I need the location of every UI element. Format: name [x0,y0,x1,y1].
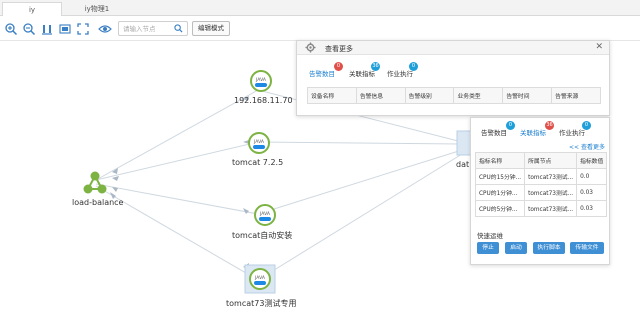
alarm-table: 设备名称 告警信息 告警级别 业务类型 告警时间 告警来源 [307,87,601,104]
table-header-row: 指标名称 所属节点 指标数值 [474,152,608,169]
column-header[interactable]: 设备名称 [307,87,357,104]
tab-job-execution[interactable]: 作业执行 [559,127,585,137]
transfer-file-button[interactable]: 传输文件 [570,242,604,254]
java-node-icon[interactable]: JAVA [244,264,276,294]
column-header[interactable]: 业务类型 [453,87,504,104]
metric-node-cell: tomcat73测试... [524,168,578,185]
node-label-tomcat73-test[interactable]: tomcat73测试专用 [226,298,296,309]
metric-name-cell: CPU的15分钟... [474,168,526,185]
column-header[interactable]: 告警来源 [551,87,601,104]
popup-title: 查看更多 [325,45,353,53]
view-more-popup: 查看更多 ✕ 告警数目 0 关联指标 36 作业执行 0 设备名称 告警信息 告… [296,40,610,116]
quick-ops-label: 快速运维 [477,232,503,240]
column-header[interactable]: 告警信息 [355,87,406,104]
java-node-icon[interactable]: JAVA [250,70,272,92]
metrics-table: 指标名称 所属节点 指标数值 CPU的15分钟... tomcat73测试...… [474,152,608,217]
node-label-partial[interactable]: dat [456,160,469,169]
alarm-count-badge: 0 [334,62,343,71]
metric-value-cell: 0.03 [576,184,608,201]
tab-related-metrics[interactable]: 关联指标 [520,127,546,137]
metric-name-cell: CPU的1分钟... [474,184,526,201]
job-execution-badge: 0 [409,62,418,71]
column-header[interactable]: 指标名称 [474,152,526,169]
load-balance-node-icon[interactable] [82,170,108,196]
node-label-load-balance[interactable]: load-balance [72,198,123,207]
column-header[interactable]: 指标数值 [576,152,608,169]
node-detail-popup: 告警数目 0 关联指标 36 作业执行 0 << 查看更多 指标名称 所属节点 … [470,117,610,265]
java-node-icon[interactable]: JAVA [254,204,276,226]
tab-alarm-count[interactable]: 告警数目 [481,127,507,137]
java-text: JAVA [253,139,265,145]
alarm-count-badge: 0 [506,121,515,130]
close-icon[interactable]: ✕ [595,42,603,52]
layout-icon[interactable] [58,22,72,36]
search-icon[interactable] [174,24,183,33]
metric-node-cell: tomcat73测试... [524,200,578,217]
gear-icon[interactable] [305,42,316,53]
java-text: JAVA [259,211,271,217]
table-row[interactable]: CPU的15分钟... tomcat73测试... 0.0 [474,168,608,185]
tab-iy-physical-1[interactable]: iy物理1 [66,2,128,16]
popup-header: 查看更多 ✕ [297,41,609,55]
toolbar: 编辑模式 [0,17,640,41]
java-text: JAVA [254,275,266,281]
start-button[interactable]: 启动 [505,242,527,254]
fit-screen-icon[interactable] [76,22,90,36]
stop-button[interactable]: 停止 [477,242,499,254]
column-header[interactable]: 告警级别 [404,87,455,104]
node-label-tomcat-725[interactable]: tomcat 7.2.5 [232,158,283,167]
table-header-row: 设备名称 告警信息 告警级别 业务类型 告警时间 告警来源 [307,87,601,104]
metric-node-cell: tomcat73测试... [524,184,578,201]
tab-iy[interactable]: iy [2,2,62,16]
related-metrics-badge: 36 [545,121,554,130]
column-header[interactable]: 告警时间 [502,87,553,104]
java-text: JAVA [255,77,267,83]
align-icon[interactable] [40,22,54,36]
edit-mode-button[interactable]: 编辑模式 [192,21,230,36]
metric-value-cell: 0.03 [576,200,608,217]
metric-value-cell: 0.0 [576,168,608,185]
column-header[interactable]: 所属节点 [524,152,578,169]
tab-alarm-count[interactable]: 告警数目 [309,68,335,78]
node-label-tomcat-auto-install[interactable]: tomcat自动安装 [232,230,292,241]
tab-related-metrics[interactable]: 关联指标 [349,68,375,78]
table-row[interactable]: CPU的5分钟... tomcat73测试... 0.03 [474,200,608,217]
metric-name-cell: CPU的5分钟... [474,200,526,217]
related-metrics-badge: 36 [371,62,380,71]
table-row[interactable]: CPU的1分钟... tomcat73测试... 0.03 [474,184,608,201]
tab-bar: iy iy物理1 [0,0,640,16]
java-node-icon[interactable]: JAVA [248,132,270,154]
zoom-in-icon[interactable] [4,22,18,36]
tab-job-execution[interactable]: 作业执行 [387,68,413,78]
zoom-out-icon[interactable] [22,22,36,36]
node-label-host[interactable]: 192.168.11.70 [234,96,293,105]
eye-icon[interactable] [98,22,112,36]
view-more-link[interactable]: << 查看更多 [569,142,605,151]
job-execution-badge: 0 [582,121,591,130]
run-script-button[interactable]: 执行脚本 [533,242,565,254]
